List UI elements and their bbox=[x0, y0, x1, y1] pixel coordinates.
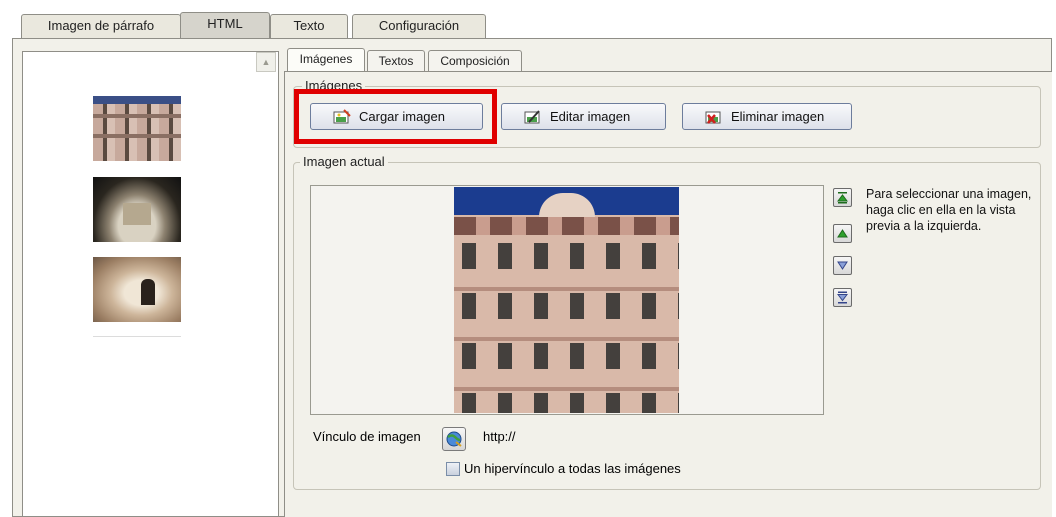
edit-image-label: Editar imagen bbox=[550, 109, 631, 124]
globe-link-icon bbox=[443, 431, 465, 453]
one-link-all-images-checkbox[interactable] bbox=[446, 462, 460, 476]
image-link-label: Vínculo de imagen bbox=[313, 429, 421, 444]
load-image-button[interactable]: Cargar imagen bbox=[310, 103, 483, 130]
selection-hint: Para seleccionar una imagen, haga clic e… bbox=[866, 187, 1032, 233]
load-image-icon bbox=[333, 108, 351, 125]
tab-label: HTML bbox=[207, 16, 243, 31]
edit-image-button[interactable]: Editar imagen bbox=[501, 103, 666, 130]
building-facade-thumbnail[interactable] bbox=[93, 96, 181, 161]
delete-image-label: Eliminar imagen bbox=[731, 109, 825, 124]
delete-image-icon bbox=[705, 109, 723, 125]
tab-label: Texto bbox=[293, 18, 325, 33]
thumbnail-divider bbox=[93, 336, 181, 337]
building-facade-image bbox=[454, 187, 679, 413]
tab-imagen-de-parrafo[interactable]: Imagen de párrafo bbox=[21, 14, 181, 38]
move-top-icon[interactable] bbox=[833, 188, 852, 207]
image-link-button[interactable] bbox=[442, 427, 466, 451]
tab-texto[interactable]: Texto bbox=[270, 14, 348, 38]
tab-configuracion[interactable]: Configuración bbox=[352, 14, 486, 38]
tab-composicion[interactable]: Composición bbox=[428, 50, 522, 72]
load-image-label: Cargar imagen bbox=[359, 109, 445, 124]
tab-imagenes[interactable]: Imágenes bbox=[287, 48, 365, 72]
image-link-value: http:// bbox=[483, 429, 516, 444]
scroll-up-icon[interactable]: ▲ bbox=[256, 52, 276, 72]
tab-label: Imágenes bbox=[299, 52, 353, 66]
tab-label: Composición bbox=[440, 54, 510, 68]
tab-label: Textos bbox=[378, 54, 414, 68]
archway-courtyard-thumbnail[interactable] bbox=[93, 177, 181, 242]
tab-html[interactable]: HTML bbox=[180, 12, 270, 39]
tab-label: Imagen de párrafo bbox=[47, 18, 155, 33]
move-up-icon[interactable] bbox=[833, 224, 852, 243]
current-image-group-legend: Imagen actual bbox=[300, 154, 388, 170]
interior-corridor-thumbnail[interactable] bbox=[93, 257, 181, 322]
move-bottom-icon[interactable] bbox=[833, 288, 852, 307]
tab-textos[interactable]: Textos bbox=[367, 50, 425, 72]
one-link-all-images-label: Un hipervínculo a todas las imágenes bbox=[464, 461, 681, 476]
move-down-icon[interactable] bbox=[833, 256, 852, 275]
edit-image-icon bbox=[524, 109, 542, 125]
tab-label: Configuración bbox=[378, 18, 460, 33]
delete-image-button[interactable]: Eliminar imagen bbox=[682, 103, 852, 130]
